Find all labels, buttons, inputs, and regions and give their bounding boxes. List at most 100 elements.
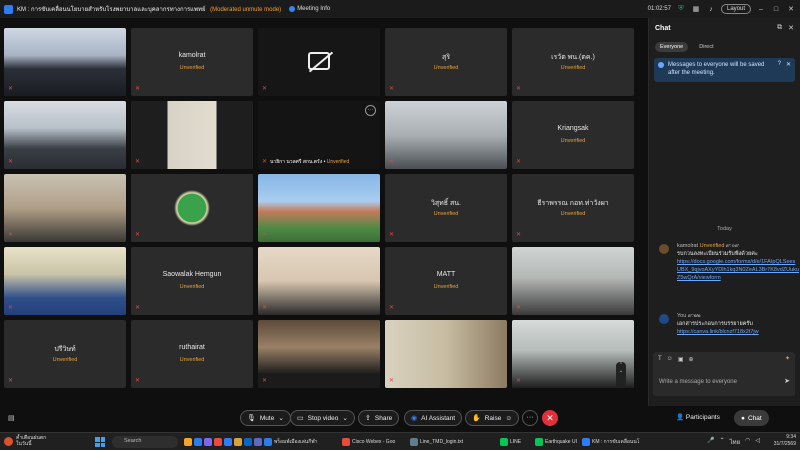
popout-icon[interactable]: ⧉ [777,24,782,32]
chevron-down-icon: ⌄ [342,415,348,422]
participant-name: Kriangsak [557,125,589,132]
close-icon[interactable]: ✕ [786,4,796,14]
minimize-icon[interactable]: – [756,4,766,14]
muted-icon: ✕ [389,86,395,92]
maximize-icon[interactable]: □ [771,4,781,14]
ai-assistant-button[interactable]: ◉ AI Assistant [404,410,463,426]
taskbar-app[interactable]: Earthquake UI [535,436,577,448]
video-tile[interactable]: ruthairat Unverified ✕ [131,320,253,388]
emoji-icon[interactable]: ☺ [667,356,673,363]
hand-icon: ✋ [472,415,481,422]
attach-icon[interactable]: ⊕ [688,356,693,363]
video-tile[interactable]: ✕ [258,28,380,96]
video-tile[interactable]: ✕ [4,247,126,315]
video-tile[interactable]: ··· นายิกา นวลศรี สกน.ตรัง • Unverified ✕ [258,101,380,169]
video-tile[interactable]: เรวัต พน.(ตค.) Unverified ✕ [512,28,634,96]
help-icon[interactable]: ? [778,61,781,79]
notification-icon[interactable]: ♪ [706,4,716,14]
chat-link[interactable]: https://canva.link/blcnzf718x2t7jw [677,328,799,336]
taskbar-app[interactable]: Cisco Webex - Goo [342,436,395,448]
language-indicator[interactable]: ไทย [730,437,741,447]
captions-icon[interactable]: ▤ [8,414,15,422]
pinned-app-icon[interactable] [254,436,262,448]
video-tile[interactable]: ✕ [385,101,507,169]
meeting-info-button[interactable]: Meeting Info [289,6,330,12]
video-tile[interactable]: MATT Unverified ✕ [385,247,507,315]
video-tile[interactable]: ✕ [131,101,253,169]
unverified-badge: Unverified [560,65,586,71]
video-tile[interactable]: ✕ [258,174,380,242]
taskbar-search[interactable]: Search [112,436,178,448]
pinned-app-icon[interactable] [224,436,232,448]
raise-button[interactable]: ✋ Raise ☺ [465,410,519,426]
video-tile[interactable]: kamolrat Unverified ✕ [131,28,253,96]
chat-link[interactable]: https://docs.google.com/forms/d/e/1FAIpQ… [677,258,799,282]
unverified-badge: Unverified [179,357,205,363]
text-format-icon[interactable]: T [658,356,662,363]
close-chat-icon[interactable]: ✕ [788,24,794,32]
chat-panel: Chat ⧉ ✕ Everyone Direct Messages to ever… [648,18,800,406]
pinned-app-icon[interactable] [214,436,222,448]
dismiss-icon[interactable]: ✕ [786,61,791,79]
share-button[interactable]: ⇪ Share [358,410,400,426]
meeting-timer: 01:02:57 [647,6,671,12]
pinned-app-icon[interactable] [234,436,242,448]
grid-icon[interactable]: ▦ [691,4,701,14]
taskbar-app[interactable]: KM : การขับเคลื่อนนโ [582,436,639,448]
video-tile[interactable]: ✕ [385,320,507,388]
ai-icon[interactable]: ✦ [785,355,790,362]
grid-scroll-control[interactable]: ⌃ ⌄ [616,362,626,388]
video-tile[interactable]: ✕ [4,174,126,242]
chat-composer[interactable]: T ☺ ▣ ⊕ ✦ Write a message to everyone ➤ [653,352,795,396]
microphone-icon[interactable]: 🎤 [707,437,714,447]
gif-icon[interactable]: ▣ [678,356,684,363]
video-tile[interactable]: ✕ [258,320,380,388]
video-tile[interactable]: Kriangsak Unverified ✕ [512,101,634,169]
video-tile[interactable]: Saowalak Hemgun Unverified ✕ [131,247,253,315]
video-feed [131,101,253,169]
participants-button[interactable]: 👤 Participants [676,413,720,421]
unverified-badge: Unverified [433,65,459,71]
leave-meeting-button[interactable]: ✕ [542,410,558,426]
send-icon[interactable]: ➤ [784,377,790,385]
shield-icon: ⛨ [678,5,684,12]
layout-button[interactable]: Layout [720,4,751,14]
pinned-app-icon[interactable] [194,436,202,448]
chat-button[interactable]: ● Chat [734,410,769,426]
chat-title: Chat [655,24,671,32]
video-tile[interactable]: ปรีวิษท์ Unverified ✕ [4,320,126,388]
chat-input[interactable]: Write a message to everyone [659,379,737,385]
chevron-up-icon[interactable]: ⌃ [720,437,725,447]
more-options-button[interactable]: ··· [522,410,538,426]
taskbar-app[interactable]: พร็อมพ์เมืองเล่นกีฬา [264,436,317,448]
video-tile[interactable]: สุริ Unverified ✕ [385,28,507,96]
video-tile[interactable]: ✕ [131,174,253,242]
pinned-app-icon[interactable] [244,436,252,448]
meeting-title: KM : การขับเคลื่อนนโยบายสำหรับโรงพยาบาลแ… [17,7,282,13]
pinned-app-icon[interactable] [184,436,192,448]
video-tile[interactable]: วิสุทธิ์ สน. Unverified ✕ [385,174,507,242]
volume-icon[interactable]: ◁ [755,437,760,447]
video-tile[interactable]: ธีราพรรณ กอท.ท่าวังผา Unverified ✕ [512,174,634,242]
tab-direct[interactable]: Direct [694,42,718,52]
unverified-badge: Unverified [433,284,459,290]
start-button[interactable] [95,437,105,447]
video-tile[interactable]: ✕ [4,101,126,169]
tab-everyone[interactable]: Everyone [655,42,689,52]
meeting-controls: ▤ 🎙 Mute ⌄ ▭ Stop video ⌄ ⇪ Share ◉ AI Assista… [0,406,800,432]
taskbar-app[interactable]: Line_TMD_login.txt [410,436,463,448]
muted-icon: ✕ [389,159,395,165]
taskbar-app[interactable]: LINE [500,436,521,448]
muted-icon: ✕ [262,159,268,165]
video-tile[interactable]: ✕ [258,247,380,315]
clock[interactable]: 9:34 31/7/2569 [774,434,796,448]
info-icon [658,62,664,68]
mute-button[interactable]: 🎙 Mute ⌄ [240,410,291,426]
stop-video-button[interactable]: ▭ Stop video ⌄ [290,410,355,426]
video-tile[interactable]: ✕ [4,28,126,96]
video-tile[interactable]: ✕ [512,247,634,315]
weather-widget[interactable]: ค้ำเตือนฝนตก ในวันนี้ [4,435,46,447]
wifi-icon[interactable]: ◠ [745,437,750,447]
pinned-app-icon[interactable] [204,436,212,448]
more-icon[interactable]: ··· [365,105,376,116]
